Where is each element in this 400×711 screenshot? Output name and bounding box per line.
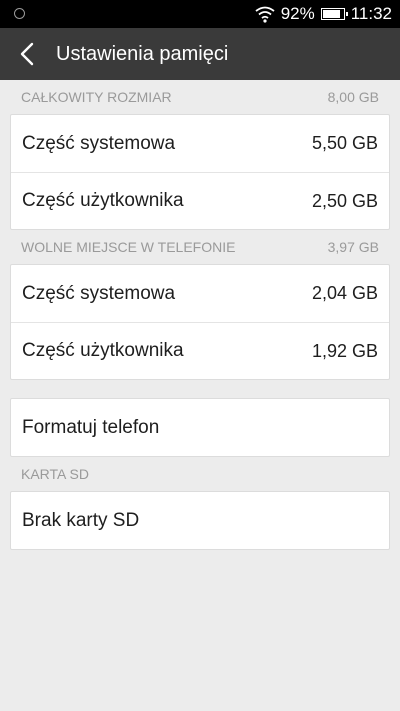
list-item-total-system[interactable]: Część systemowa 5,50 GB — [11, 115, 389, 172]
total-size-label: CAŁKOWITY ROZMIAR — [21, 89, 172, 105]
total-size-header: CAŁKOWITY ROZMIAR 8,00 GB — [0, 80, 400, 114]
list-item-value: 2,04 GB — [311, 283, 378, 303]
free-space-label: WOLNE MIEJSCE W TELEFONIE — [21, 239, 236, 255]
battery-fill — [322, 10, 341, 18]
list-item-label: Część systemowa — [22, 282, 176, 304]
sync-circle-icon — [14, 8, 25, 19]
list-item-sd-card[interactable]: Brak karty SD — [11, 492, 389, 549]
format-phone-label: Formatuj telefon — [22, 416, 160, 438]
page-title: Ustawienia pamięci — [56, 43, 229, 65]
list-item-label: Część systemowa — [22, 132, 176, 154]
free-space-header: WOLNE MIEJSCE W TELEFONIE 3,97 GB — [0, 230, 400, 264]
sd-card-header: KARTA SD — [0, 457, 400, 491]
wifi-icon — [255, 6, 275, 23]
status-right-group: 92% 11:32 — [255, 0, 392, 28]
format-card: Formatuj telefon — [10, 398, 390, 457]
battery-icon — [320, 8, 348, 20]
format-phone-button[interactable]: Formatuj telefon — [11, 399, 389, 456]
sd-card-status: Brak karty SD — [22, 509, 140, 531]
sd-card-card: Brak karty SD — [10, 491, 390, 550]
list-item-total-user[interactable]: Część użytkownika 2,50 GB — [11, 172, 389, 229]
list-item-value: 2,50 GB — [311, 190, 378, 211]
free-space-card: Część systemowa 2,04 GB Część użytkownik… — [10, 264, 390, 380]
total-size-value: 8,00 GB — [327, 89, 379, 105]
status-bar: 92% 11:32 — [0, 0, 400, 28]
list-item-value: 1,92 GB — [311, 340, 378, 361]
storage-settings-list: CAŁKOWITY ROZMIAR 8,00 GB Część systemow… — [0, 80, 400, 550]
list-item-value: 5,50 GB — [311, 133, 378, 153]
list-item-label: Część użytkownika — [22, 340, 184, 361]
list-item-free-system[interactable]: Część systemowa 2,04 GB — [11, 265, 389, 322]
chevron-left-icon[interactable] — [14, 40, 40, 68]
list-item-free-user[interactable]: Część użytkownika 1,92 GB — [11, 322, 389, 379]
app-bar: Ustawienia pamięci — [0, 28, 400, 80]
list-item-label: Część użytkownika — [22, 190, 184, 211]
total-size-card: Część systemowa 5,50 GB Część użytkownik… — [10, 114, 390, 230]
battery-percent: 92% — [280, 4, 315, 23]
free-space-value: 3,97 GB — [327, 239, 379, 255]
sd-card-label: KARTA SD — [21, 466, 89, 482]
clock: 11:32 — [350, 4, 392, 23]
